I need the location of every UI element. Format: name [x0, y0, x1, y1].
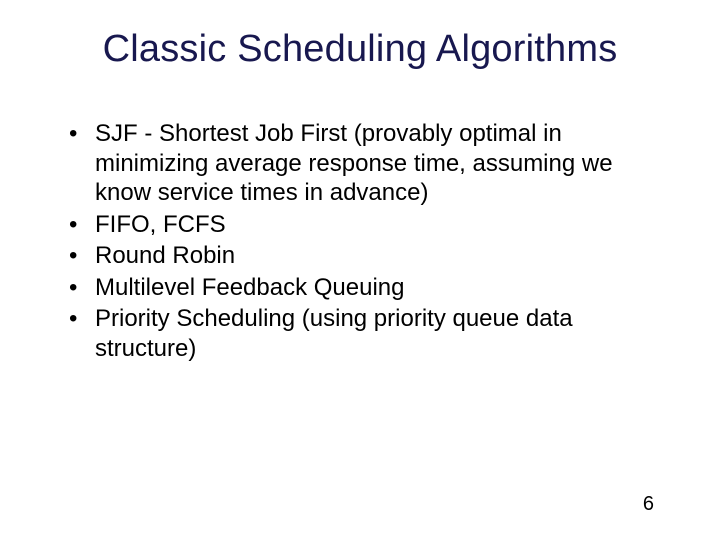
slide: Classic Scheduling Algorithms SJF - Shor…	[0, 0, 720, 540]
list-item: SJF - Shortest Job First (provably optim…	[55, 119, 665, 208]
list-item: Multilevel Feedback Queuing	[55, 273, 665, 303]
list-item: FIFO, FCFS	[55, 210, 665, 240]
bullet-list: SJF - Shortest Job First (provably optim…	[55, 119, 665, 363]
list-item: Round Robin	[55, 241, 665, 271]
list-item: Priority Scheduling (using priority queu…	[55, 304, 665, 363]
slide-title: Classic Scheduling Algorithms	[55, 28, 665, 71]
page-number: 6	[643, 493, 654, 516]
